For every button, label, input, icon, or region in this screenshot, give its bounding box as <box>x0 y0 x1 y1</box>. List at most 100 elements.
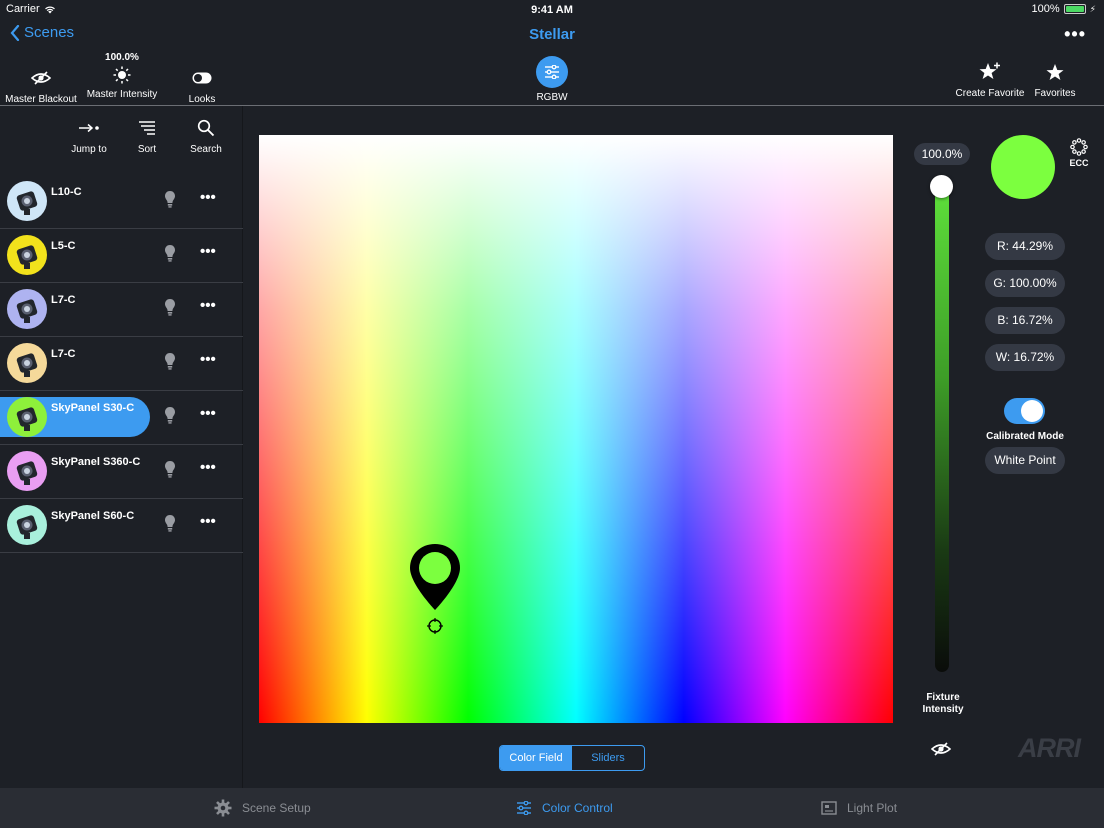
lightbulb-icon[interactable] <box>164 460 176 483</box>
more-menu-button[interactable]: ••• <box>1064 24 1086 45</box>
fixture-more-button[interactable]: ••• <box>200 405 216 422</box>
fixture-row[interactable]: L5-C ••• <box>0 229 243 283</box>
tab-scene-setup[interactable]: Scene Setup <box>214 788 311 828</box>
fixture-more-button[interactable]: ••• <box>200 513 216 530</box>
sun-icon <box>84 65 160 85</box>
status-bar: Carrier 9:41 AM 100% ⚡ <box>0 0 1104 20</box>
fixture-intensity-label: Fixture Intensity <box>903 692 983 716</box>
fixture-avatar <box>7 451 47 491</box>
fixture-more-button[interactable]: ••• <box>200 297 216 314</box>
charging-icon: ⚡ <box>1089 3 1096 14</box>
sort-button[interactable]: Sort <box>130 116 164 155</box>
fixture-row[interactable]: SkyPanel S360-C ••• <box>0 445 243 499</box>
eye-slash-icon[interactable] <box>930 742 952 761</box>
looks-button[interactable]: Looks <box>176 66 228 105</box>
battery-icon <box>1063 4 1086 14</box>
create-favorite-button[interactable]: Create Favorite <box>952 60 1028 99</box>
fixture-row[interactable]: SkyPanel S60-C ••• <box>0 499 243 553</box>
favorites-label: Favorites <box>1034 88 1076 99</box>
saturation-gradient <box>259 135 893 723</box>
lightbulb-icon[interactable] <box>164 352 176 375</box>
fixture-name: SkyPanel S60-C <box>51 510 135 522</box>
fixture-more-button[interactable]: ••• <box>200 189 216 206</box>
scene-setup-label: Scene Setup <box>242 801 311 815</box>
fixture-name: SkyPanel S360-C <box>51 456 141 468</box>
fixture-avatar <box>7 289 47 329</box>
fixture-avatar <box>7 235 47 275</box>
green-value-pill[interactable]: G: 100.00% <box>985 270 1065 297</box>
color-picker-pin[interactable] <box>409 542 461 634</box>
ecc-label: ECC <box>1069 158 1089 168</box>
search-label: Search <box>190 144 222 155</box>
sliders-icon <box>517 801 531 815</box>
fixture-name: L5-C <box>51 240 76 252</box>
star-icon <box>1030 60 1080 84</box>
master-intensity-button[interactable]: 100.0% Master Intensity <box>84 52 160 100</box>
create-favorite-label: Create Favorite <box>955 88 1025 99</box>
search-button[interactable]: Search <box>188 116 224 155</box>
favorites-button[interactable]: Favorites <box>1030 60 1080 99</box>
toolbar-divider <box>0 105 1104 106</box>
gear-icon <box>214 799 232 817</box>
tab-color-control[interactable]: Color Control <box>516 788 613 828</box>
tab-bar: Scene Setup Color Control Light Plot <box>0 788 1104 828</box>
fixture-more-button[interactable]: ••• <box>200 351 216 368</box>
page-title: Stellar <box>529 26 575 43</box>
red-value-pill[interactable]: R: 44.29% <box>985 233 1065 260</box>
lightbulb-icon[interactable] <box>164 298 176 321</box>
white-value-pill[interactable]: W: 16.72% <box>985 344 1065 371</box>
master-intensity-label: Master Intensity <box>86 89 158 100</box>
fixture-avatar <box>7 505 47 545</box>
jump-to-button[interactable]: Jump to <box>66 116 112 155</box>
ecc-dots-icon <box>1070 138 1088 156</box>
battery: 100% ⚡ <box>1032 3 1096 15</box>
light-plot-icon <box>821 801 837 815</box>
fixture-avatar <box>7 181 47 221</box>
looks-toggle-icon <box>176 66 228 90</box>
lightbulb-icon[interactable] <box>164 406 176 429</box>
master-blackout-label: Master Blackout <box>5 94 77 105</box>
fixture-row[interactable]: L7-C ••• <box>0 283 243 337</box>
fixture-row[interactable]: L7-C ••• <box>0 337 243 391</box>
star-plus-icon <box>952 60 1028 84</box>
battery-label: 100% <box>1031 3 1060 15</box>
tab-sliders[interactable]: Sliders <box>572 746 644 770</box>
fixture-name: L7-C <box>51 348 76 360</box>
looks-label: Looks <box>188 94 216 105</box>
calibrated-mode-label: Calibrated Mode <box>986 431 1064 442</box>
color-swatch <box>991 135 1055 199</box>
fixture-avatar <box>7 397 47 437</box>
intensity-slider-knob[interactable] <box>930 175 953 198</box>
lightbulb-icon[interactable] <box>164 190 176 213</box>
eye-slash-icon <box>4 66 78 90</box>
jump-arrow-icon <box>66 116 112 140</box>
fixture-row[interactable]: SkyPanel S30-C ••• <box>0 391 243 445</box>
ecc-button[interactable]: ECC <box>1066 138 1092 168</box>
jump-to-label: Jump to <box>71 144 107 155</box>
master-intensity-value: 100.0% <box>105 52 139 63</box>
search-icon <box>188 116 224 140</box>
intensity-slider-track[interactable] <box>935 186 949 672</box>
arri-logo: ARRI <box>1018 733 1081 763</box>
tab-color-field[interactable]: Color Field <box>500 746 572 770</box>
fixture-avatar <box>7 343 47 383</box>
sliders-icon <box>536 56 568 88</box>
fixture-more-button[interactable]: ••• <box>200 459 216 476</box>
lightbulb-icon[interactable] <box>164 514 176 537</box>
master-blackout-button[interactable]: Master Blackout <box>4 66 78 105</box>
rgbw-mode-button[interactable]: RGBW <box>527 56 577 103</box>
fixture-name: L7-C <box>51 294 76 306</box>
fixture-intensity-label-line2: Intensity <box>922 704 964 715</box>
tab-light-plot[interactable]: Light Plot <box>821 788 897 828</box>
blue-value-pill[interactable]: B: 16.72% <box>985 307 1065 334</box>
fixture-more-button[interactable]: ••• <box>200 243 216 260</box>
fixture-row[interactable]: L10-C ••• <box>0 175 243 229</box>
white-point-button[interactable]: White Point <box>985 447 1065 474</box>
rgbw-label: RGBW <box>536 92 568 103</box>
mode-segmented-control: Color Field Sliders <box>499 745 645 771</box>
intensity-value-badge: 100.0% <box>914 143 970 165</box>
color-field[interactable] <box>259 135 893 723</box>
calibrated-mode-toggle[interactable] <box>1004 398 1045 424</box>
lightbulb-icon[interactable] <box>164 244 176 267</box>
light-plot-label: Light Plot <box>847 801 898 815</box>
